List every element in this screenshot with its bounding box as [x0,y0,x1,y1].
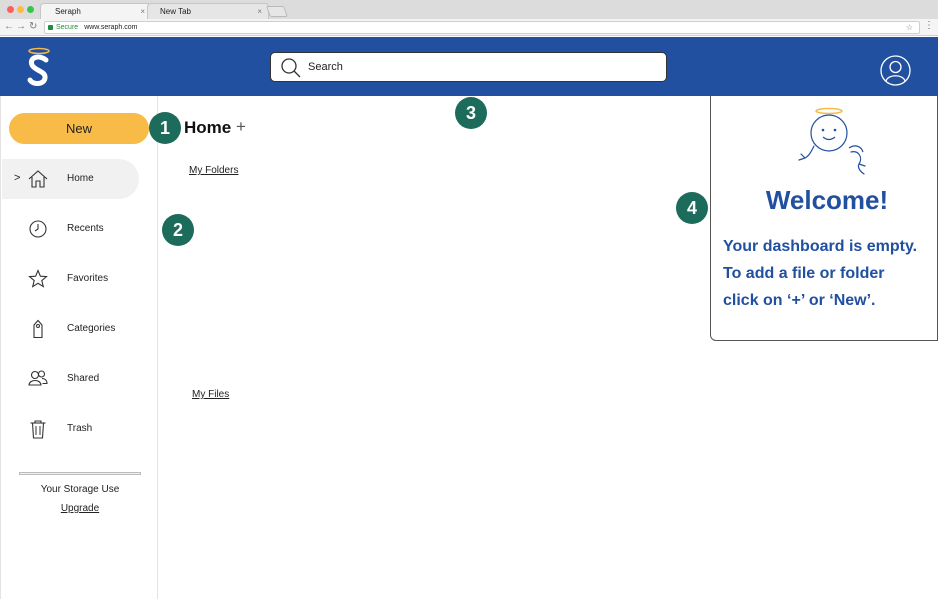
minimize-window-button[interactable] [17,6,24,13]
chevron-right-icon: > [14,172,21,184]
welcome-line: click on ‘+’ or ‘New’. [723,292,876,309]
browser-tab-bar: Seraph × New Tab × [0,0,938,19]
new-tab-button[interactable] [265,6,289,17]
url-text: www.seraph.com [84,24,138,31]
sidebar-item-label: Shared [67,373,100,384]
sidebar-item-categories[interactable]: Categories [2,309,139,349]
tag-icon [33,319,43,339]
angel-mascot-icon [798,107,866,175]
tab-title: New Tab [160,7,191,16]
sidebar-item-favorites[interactable]: Favorites [2,259,139,299]
app-header: Search [0,37,938,96]
storage-label: Your Storage Use [40,484,120,495]
search-input[interactable]: Search [270,52,667,82]
sidebar-item-label: Recents [67,223,104,234]
sidebar-item-label: Favorites [67,273,109,284]
lock-icon [48,25,53,30]
my-files-heading[interactable]: My Files [192,389,229,400]
clock-icon [29,220,47,238]
page-title: Home [184,118,232,137]
seraph-logo-icon[interactable] [24,47,54,89]
upgrade-link[interactable]: Upgrade [1,503,159,514]
annotation-marker-2: 2 [162,214,194,246]
welcome-line: To add a file or folder [723,265,885,282]
bookmark-star-icon[interactable]: ☆ [906,22,913,33]
welcome-title: Welcome! [765,185,889,215]
storage-usage-bar [19,472,141,475]
search-icon [281,58,301,78]
close-window-button[interactable] [7,6,14,13]
secure-label: Secure [56,24,79,31]
forward-arrow-icon[interactable]: → [16,20,26,34]
welcome-panel: Welcome! Your dashboard is empty. To add… [710,96,938,341]
sidebar-item-label: Home [67,173,94,184]
welcome-message: Your dashboard is empty. To add a file o… [723,233,937,314]
add-button[interactable]: + [236,117,246,137]
sidebar-item-recents[interactable]: Recents [2,209,139,249]
user-avatar-icon[interactable] [880,55,911,86]
home-icon [28,170,48,188]
maximize-window-button[interactable] [27,6,34,13]
reload-icon[interactable]: ↻ [29,20,37,34]
annotation-marker-1: 1 [149,112,181,144]
address-bar[interactable]: Secure www.seraph.com ☆ [44,21,920,34]
sidebar-item-trash[interactable]: Trash [2,409,139,449]
browser-menu-icon[interactable]: ⋮ [924,20,934,31]
star-icon [28,269,48,288]
welcome-line: Your dashboard is empty. [723,238,918,255]
back-arrow-icon[interactable]: ← [4,20,14,34]
search-placeholder: Search [308,61,343,73]
sidebar-item-home[interactable]: > Home [2,159,139,199]
sidebar-item-label: Categories [67,323,116,334]
annotation-marker-4: 4 [676,192,708,224]
tab-seraph[interactable]: Seraph × [40,3,152,19]
annotation-marker-3: 3 [455,97,487,129]
tab-title: Seraph [55,7,81,16]
sidebar-item-label: Trash [67,423,93,434]
sidebar-item-shared[interactable]: Shared [2,359,139,399]
sidebar: New > Home Recents Favorites Categories [0,96,158,599]
tab-close-icon[interactable]: × [140,4,145,20]
trash-icon [30,420,46,439]
my-folders-heading[interactable]: My Folders [189,165,238,176]
new-button[interactable]: New [9,113,149,144]
browser-toolbar: ← → ↻ Secure www.seraph.com ☆ ⋮ [0,19,938,36]
tab-new-tab[interactable]: New Tab × [147,3,269,19]
people-icon [28,370,48,386]
tab-close-icon[interactable]: × [257,4,262,20]
